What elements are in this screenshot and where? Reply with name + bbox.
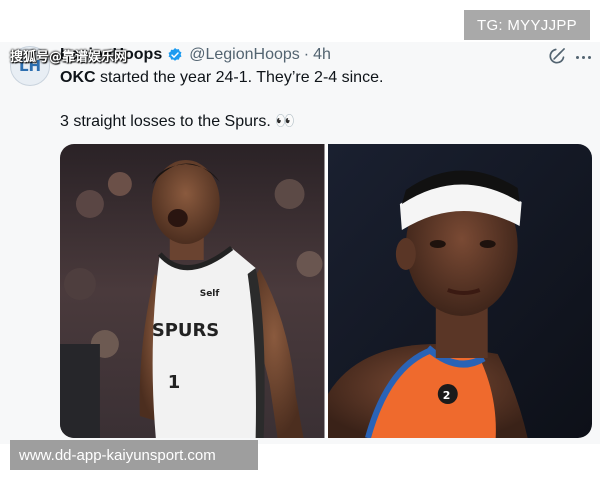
more-options-icon[interactable] — [572, 46, 594, 68]
tg-badge: TG: MYYJJPP — [464, 10, 590, 40]
spurs-player-photo[interactable]: Self SPURS 1 — [60, 144, 325, 438]
tweet-text-bold: OKC — [60, 69, 96, 86]
tweet-media[interactable]: Self SPURS 1 2 — [60, 144, 592, 438]
jersey-number: 2 — [442, 389, 450, 402]
jersey-team: SPURS — [152, 320, 219, 341]
timestamp[interactable]: 4h — [313, 46, 331, 64]
jersey-brand: Self — [200, 289, 220, 299]
tweet-text-line-1: OKC started the year 24-1. They’re 2-4 s… — [60, 68, 383, 88]
tweet-card[interactable]: LH LegionHoops @LegionHoops · 4h 搜狐号@靠谱娱… — [0, 42, 600, 444]
tweet-text-rest: started the year 24-1. They’re 2-4 since… — [95, 69, 384, 86]
separator-dot: · — [303, 46, 310, 63]
watermark: 搜狐号@靠谱娱乐网 — [10, 50, 128, 65]
verified-badge-icon — [168, 48, 182, 61]
thunder-player-photo[interactable]: 2 — [327, 144, 592, 438]
grok-icon[interactable] — [547, 46, 567, 66]
jersey-number: 1 — [168, 372, 181, 393]
handle[interactable]: @LegionHoops — [189, 46, 300, 64]
tweet-text-line-2: 3 straight losses to the Spurs. 👀 — [60, 113, 296, 130]
url-banner: www.dd-app-kaiyunsport.com — [10, 440, 258, 470]
